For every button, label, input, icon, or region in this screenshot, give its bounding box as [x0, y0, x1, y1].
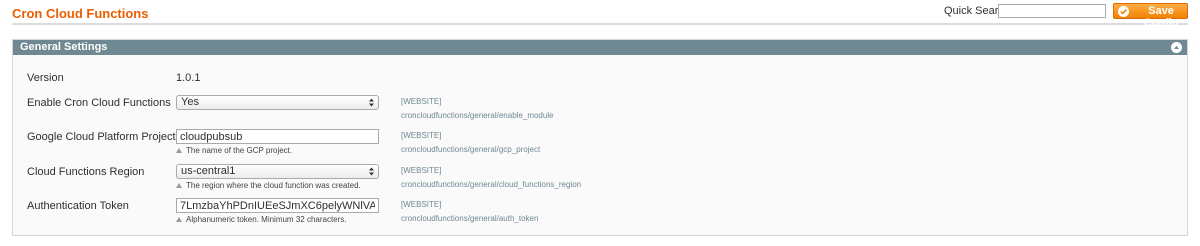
quick-search-input[interactable]	[998, 4, 1106, 18]
auth-token-note: Alphanumeric token. Minimum 32 character…	[176, 215, 347, 224]
auth-token-note-text: Alphanumeric token. Minimum 32 character…	[186, 215, 347, 224]
gcp-project-note: The name of the GCP project.	[176, 146, 292, 155]
region-scope: [WEBSITE]	[401, 166, 442, 175]
auth-token-scope: [WEBSITE]	[401, 200, 442, 209]
enable-module-scope: [WEBSITE]	[401, 97, 442, 106]
note-triangle-icon	[176, 217, 182, 222]
enable-module-path: croncloudfunctions/general/enable_module	[401, 111, 554, 120]
select-arrows-icon	[369, 167, 374, 176]
note-triangle-icon	[176, 183, 182, 188]
gcp-project-note-text: The name of the GCP project.	[186, 146, 293, 155]
save-config-label: Save Config	[1143, 5, 1179, 29]
gcp-project-label: Google Cloud Platform Project	[27, 131, 176, 143]
page-title: Cron Cloud Functions	[12, 6, 149, 21]
save-config-button[interactable]: Save Config	[1113, 3, 1188, 29]
select-arrows-icon	[369, 98, 374, 107]
header-divider	[12, 23, 1188, 25]
region-path: croncloudfunctions/general/cloud_functio…	[401, 180, 582, 189]
check-icon	[1118, 5, 1129, 17]
general-settings-section: General Settings Version 1.0.1 Enable Cr…	[12, 39, 1188, 236]
page-header: Cron Cloud Functions Quick Search Save C…	[0, 0, 1200, 29]
enable-module-select[interactable]: Yes	[176, 95, 379, 110]
enable-module-selected: Yes	[181, 96, 199, 108]
auth-token-label: Authentication Token	[27, 200, 129, 212]
auth-token-path: croncloudfunctions/general/auth_token	[401, 214, 539, 223]
gcp-project-scope: [WEBSITE]	[401, 131, 442, 140]
region-note: The region where the cloud function was …	[176, 181, 361, 190]
version-value: 1.0.1	[176, 72, 201, 84]
gcp-project-input[interactable]	[176, 129, 379, 144]
region-label: Cloud Functions Region	[27, 166, 145, 178]
note-triangle-icon	[176, 148, 182, 153]
section-title: General Settings	[20, 41, 108, 53]
version-label: Version	[27, 72, 64, 84]
region-select[interactable]: us-central1	[176, 164, 379, 179]
general-settings-header[interactable]: General Settings	[13, 40, 1187, 55]
auth-token-input[interactable]	[176, 198, 379, 213]
enable-module-label: Enable Cron Cloud Functions	[27, 97, 171, 109]
region-selected: us-central1	[181, 165, 236, 177]
collapse-icon[interactable]	[1171, 42, 1182, 53]
region-note-text: The region where the cloud function was …	[186, 181, 361, 190]
gcp-project-path: croncloudfunctions/general/gcp_project	[401, 145, 541, 154]
